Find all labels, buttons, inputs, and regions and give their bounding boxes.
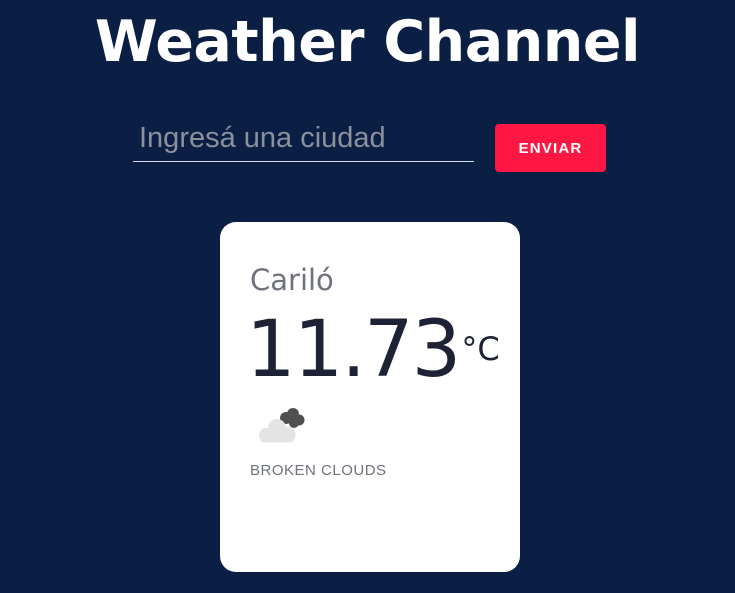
broken-clouds-icon bbox=[259, 408, 305, 443]
temperature-value: 11.73 bbox=[246, 305, 461, 395]
city-input[interactable] bbox=[133, 120, 474, 162]
temperature: 11.73°C bbox=[246, 302, 500, 398]
city-name: Cariló bbox=[250, 263, 334, 297]
weather-description: BROKEN CLOUDS bbox=[250, 462, 387, 479]
submit-button[interactable]: ENVIAR bbox=[495, 124, 606, 172]
temperature-unit: °C bbox=[461, 330, 500, 368]
weather-card: Cariló 11.73°C BROKEN CLOUDS bbox=[220, 222, 520, 572]
city-search-form: ENVIAR bbox=[0, 0, 735, 200]
